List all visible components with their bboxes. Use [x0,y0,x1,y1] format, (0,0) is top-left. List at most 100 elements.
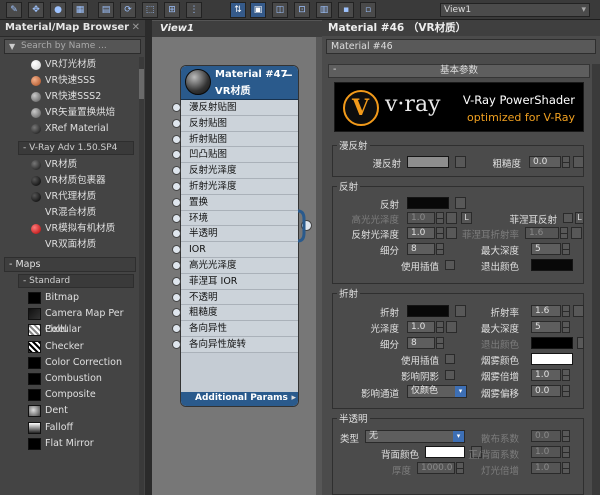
roughness-spinner[interactable] [562,156,570,168]
lock-L-button[interactable]: L [461,212,472,224]
material-node[interactable]: Material #47 VR材质 − 漫反射贴图 反射贴图 折射贴图 凹凸贴图 反射光… [180,65,299,407]
translucency-type-dropdown[interactable]: 无 ▾ [365,430,465,443]
minimize-icon[interactable]: − [283,68,293,82]
basic-params-rollout[interactable]: - 基本参数 [328,64,590,78]
input-socket[interactable] [172,197,181,207]
scatter-spinner[interactable] [562,430,570,442]
refract-map-button[interactable] [455,305,466,317]
affect-channels-dropdown[interactable]: 仅颜色 ▾ [407,385,467,398]
refr-max-depth-spinner[interactable] [562,321,570,333]
light-mult-spinner[interactable] [562,462,570,474]
fwd-back-field[interactable]: 1.0 [531,446,561,458]
map-list-item[interactable]: Dent [0,403,138,419]
affect-shadows-checkbox[interactable] [445,370,455,380]
input-socket[interactable] [172,276,181,286]
grid-icon[interactable]: ⊡ [294,2,310,18]
node-slot[interactable]: 不透明 [181,289,298,306]
refl-exit-color-swatch[interactable] [531,259,573,271]
material-name-field[interactable]: Material #46 [326,39,596,54]
node-slot[interactable]: 高光光泽度 [181,257,298,274]
node-slot[interactable]: 粗糙度 [181,305,298,322]
node-slot[interactable]: IOR [181,242,298,258]
refr-exit-color-swatch[interactable] [531,337,573,349]
input-socket[interactable] [172,182,181,191]
thickness-spinner[interactable] [456,462,464,474]
diffuse-map-button[interactable] [455,156,466,168]
node-slot[interactable]: 菲涅耳 IOR [181,273,298,290]
material-list-item[interactable]: VR双面材质 [0,237,138,253]
scatter-field[interactable]: 0.0 [531,430,561,442]
show-map-icon[interactable]: ▦ [72,2,88,18]
input-socket[interactable] [172,292,181,302]
options-triangle-icon[interactable]: ▼ [9,40,15,53]
node-header[interactable]: Material #47 VR材质 − [181,66,298,100]
refr-subdivs-field[interactable]: 8 [407,337,435,349]
refl-gloss-map-button[interactable] [446,227,457,239]
browser-scrollbar[interactable] [139,57,144,495]
refl-max-depth-spinner[interactable] [562,243,570,255]
node-view[interactable]: Material #47 VR材质 − 漫反射贴图 反射贴图 折射贴图 凹凸贴图 反射光… [152,37,322,495]
input-socket[interactable] [172,261,181,270]
node-slot[interactable]: 反射贴图 [181,115,298,132]
refr-gloss-spinner[interactable] [436,321,444,333]
options-icon[interactable]: ▪ [338,2,354,18]
hilight-gloss-field[interactable]: 1.0 [407,212,435,224]
fresnel-ior-map-button[interactable] [571,227,582,239]
map-list-item[interactable]: Bitmap [0,290,138,306]
scrollbar-thumb[interactable] [139,69,144,99]
rollout-toggle-icon[interactable]: - [333,64,336,76]
back-color-swatch[interactable] [425,446,465,458]
vray-group-header[interactable]: - V-Ray Adv 1.50.SP4 [18,141,134,155]
node-slot[interactable]: 折射光泽度 [181,178,298,195]
layout-icon[interactable]: ⊞ [164,2,180,18]
material-list-item[interactable]: VR材质 [0,157,138,173]
sphere-icon[interactable]: ● [50,2,66,18]
standard-group-header[interactable]: - Standard [18,274,134,288]
ior-field[interactable]: 1.6 [531,305,561,317]
input-socket[interactable] [172,103,181,112]
material-list-item[interactable]: VR混合材质 [0,205,138,221]
input-socket[interactable] [172,213,181,223]
search-input[interactable]: ▼ Search by Name ... [4,39,141,54]
move-children-icon[interactable]: ⇅ [230,2,246,18]
node-slot[interactable]: 凹凸贴图 [181,147,298,164]
fresnel-L-button[interactable]: L [575,212,584,224]
hilight-gloss-map-button[interactable] [446,212,457,224]
refl-gloss-field[interactable]: 1.0 [407,227,435,239]
material-list-item[interactable]: VR矢量置换烘焙 [0,105,138,121]
material-list-item[interactable]: VR模拟有机材质 [0,221,138,237]
fresnel-checkbox[interactable] [563,213,573,223]
refr-gloss-field[interactable]: 1.0 [407,321,435,333]
refl-subdivs-field[interactable]: 8 [407,243,435,255]
input-socket[interactable] [172,118,181,128]
reset-icon[interactable]: ⟳ [120,2,136,18]
material-list-item[interactable]: VR材质包裹器 [0,173,138,189]
select-icon[interactable]: ✥ [28,2,44,18]
viewport-icon[interactable]: ◫ [272,2,288,18]
fresnel-ior-field[interactable]: 1.6 [525,227,559,239]
roughness-map-button[interactable] [573,156,584,168]
refr-max-depth-field[interactable]: 5 [531,321,561,333]
node-slot[interactable]: 反射光泽度 [181,163,298,179]
material-list-item[interactable]: XRef Material [0,121,138,137]
assign-icon[interactable]: ▤ [98,2,114,18]
editor-scrollbar[interactable] [592,64,600,495]
fog-bias-spinner[interactable] [562,385,570,397]
material-list-item[interactable]: VR快速SSS2 [0,89,138,105]
background-icon[interactable]: ▥ [316,2,332,18]
view-selector[interactable]: View1 ▾ [440,3,590,17]
map-list-item[interactable]: Checker [0,339,138,355]
ior-map-button[interactable] [573,305,584,317]
refl-use-interp-checkbox[interactable] [445,260,455,270]
close-icon[interactable]: ✕ [132,20,140,36]
node-slot[interactable]: 环境 [181,210,298,227]
refr-gloss-map-button[interactable] [446,321,457,333]
fwd-back-spinner[interactable] [562,446,570,458]
tab-view1[interactable]: View1 [152,20,322,37]
refl-gloss-spinner[interactable] [436,227,444,239]
unique-icon[interactable]: ⬚ [142,2,158,18]
hilight-gloss-spinner[interactable] [436,212,444,224]
refract-color-swatch[interactable] [407,305,449,317]
thickness-field[interactable]: 1000.0 [417,462,455,474]
map-list-item[interactable]: Cellular [0,322,138,338]
